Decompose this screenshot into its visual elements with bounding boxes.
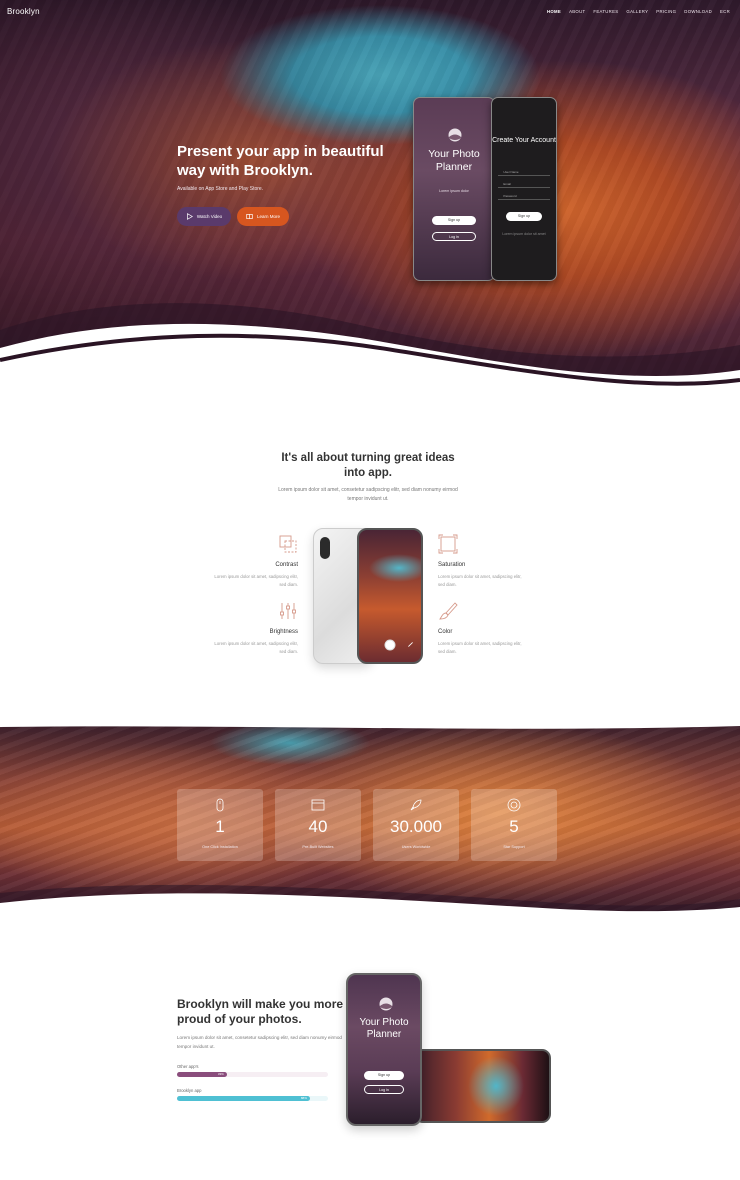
stat-card-installation: 1 One Click Installation — [177, 789, 263, 861]
browser-icon — [311, 799, 325, 811]
navbar: Brooklyn HOME ABOUT FEATURES GALLERY PRI… — [0, 0, 740, 24]
avatar-icon — [379, 997, 393, 1011]
progress-fill-brooklyn: 88% — [177, 1096, 310, 1101]
learn-more-button[interactable]: Learn More — [237, 207, 289, 226]
username-field[interactable]: User Name — [498, 168, 550, 176]
feature-saturation-text: Lorem ipsum dolor sit amet, sadipscing e… — [438, 574, 522, 587]
hero-phone-left: Your Photo Planner Lorem ipsum dolor Sig… — [413, 97, 495, 281]
nav-gallery[interactable]: GALLERY — [626, 9, 648, 14]
stat-label: Star Support — [503, 845, 525, 849]
feature-brightness-text: Lorem ipsum dolor sit amet, sadipscing e… — [214, 641, 298, 654]
hero-phone-title: Your Photo Planner — [428, 148, 480, 173]
password-field[interactable]: Password — [498, 192, 550, 200]
nav-pricing[interactable]: PRICING — [656, 9, 676, 14]
email-field[interactable]: Email — [498, 180, 550, 188]
progress-bar-other: 33% — [177, 1072, 328, 1077]
stat-value: 30.000 — [390, 817, 442, 836]
stat-value: 1 — [215, 817, 225, 836]
stat-value: 5 — [509, 817, 519, 836]
shutter-button-icon — [384, 639, 396, 651]
rocket-icon — [410, 799, 422, 811]
nav-ecr[interactable]: ECR — [720, 9, 730, 14]
band-bottom-wave — [0, 884, 740, 913]
hero-phone-tagline: Lorem ipsum dolor — [439, 189, 469, 193]
proud-title: Brooklyn will make you more proud of you… — [177, 997, 344, 1026]
nav-download[interactable]: DOWNLOAD — [684, 9, 712, 14]
mouse-icon — [216, 798, 224, 812]
hero-subtitle: Available on App Store and Play Store. — [177, 186, 264, 192]
bar-label-other: Other app's — [177, 1064, 199, 1069]
hero-wave-divider — [0, 303, 740, 395]
watch-video-button[interactable]: Watch Video — [177, 207, 231, 226]
stat-value: 40 — [308, 817, 328, 836]
phone-front-view — [357, 528, 423, 664]
feature-brightness-title: Brightness — [269, 629, 298, 635]
feature-saturation: Saturation Lorem ipsum dolor sit amet, s… — [438, 534, 528, 594]
book-icon — [246, 214, 253, 219]
nav-home[interactable]: HOME — [547, 9, 561, 14]
nav-features[interactable]: FEATURES — [593, 9, 618, 14]
contrast-icon — [279, 535, 297, 553]
stat-card-users: 30.000 Users Worldwide — [373, 789, 459, 861]
about-title: It's all about turning great ideas into … — [281, 452, 455, 479]
phone-landscape — [414, 1049, 551, 1123]
nav-links: HOME ABOUT FEATURES GALLERY PRICING DOWN… — [547, 9, 730, 14]
feature-color-title: Color — [438, 629, 453, 635]
play-icon — [186, 213, 193, 220]
about-text: Lorem ipsum dolor sit amet, consetetur s… — [278, 487, 458, 502]
camera-icon — [320, 537, 330, 559]
feature-contrast: Contrast Lorem ipsum dolor sit amet, sad… — [208, 534, 298, 594]
learn-more-label: Learn More — [256, 214, 280, 219]
feature-contrast-title: Contrast — [275, 562, 298, 568]
saturation-icon — [438, 534, 458, 554]
stat-label: Pre-Built Websites — [302, 845, 334, 849]
create-account-signup-button[interactable]: Sign up — [506, 212, 542, 221]
feature-contrast-text: Lorem ipsum dolor sit amet, sadipscing e… — [214, 574, 298, 587]
band-top-wave — [0, 723, 740, 729]
phone-portrait: Your Photo Planner Sign up Log in — [346, 973, 422, 1126]
progress-fill-other: 33% — [177, 1072, 227, 1077]
feature-saturation-title: Saturation — [438, 562, 466, 568]
brush-icon — [439, 602, 458, 620]
create-account-title: Create Your Account — [492, 137, 556, 144]
feature-brightness: Brightness Lorem ipsum dolor sit amet, s… — [208, 601, 298, 661]
edit-icon — [408, 642, 413, 647]
portrait-phone-signup-button[interactable]: Sign up — [363, 1071, 405, 1080]
avatar-icon — [448, 128, 462, 142]
sliders-icon — [280, 603, 296, 619]
hero-title: Present your app in beautiful way with B… — [177, 143, 384, 179]
hero-phone-login-button[interactable]: Log in — [431, 232, 477, 241]
hero-phone-right: Create Your Account User Name Email Pass… — [491, 97, 557, 281]
hero-phone-signup-button[interactable]: Sign up — [431, 216, 477, 225]
stats-band: 1 One Click Installation 40 Pre-Built We… — [0, 723, 740, 913]
feature-color: Color Lorem ipsum dolor sit amet, sadips… — [438, 601, 528, 661]
lifebuoy-icon — [507, 798, 521, 812]
brand-logo[interactable]: Brooklyn — [7, 7, 40, 16]
feature-color-text: Lorem ipsum dolor sit amet, sadipscing e… — [438, 641, 522, 654]
create-account-note: Lorem ipsum dolor sit amet — [502, 232, 546, 236]
proud-text: Lorem ipsum dolor sit amet, consetetur s… — [177, 1035, 342, 1049]
portrait-phone-title: Your Photo Planner — [359, 1017, 409, 1040]
stat-card-websites: 40 Pre-Built Websites — [275, 789, 361, 861]
portrait-phone-login-button[interactable]: Log in — [363, 1085, 405, 1094]
nav-about[interactable]: ABOUT — [569, 9, 585, 14]
progress-bar-brooklyn: 88% — [177, 1096, 328, 1101]
stat-card-support: 5 Star Support — [471, 789, 557, 861]
bar-label-brooklyn: Brooklyn app — [177, 1088, 202, 1093]
hero-section: Brooklyn HOME ABOUT FEATURES GALLERY PRI… — [0, 0, 740, 395]
stat-label: One Click Installation — [202, 845, 238, 849]
watch-video-label: Watch Video — [196, 214, 223, 219]
stat-label: Users Worldwide — [401, 845, 431, 849]
